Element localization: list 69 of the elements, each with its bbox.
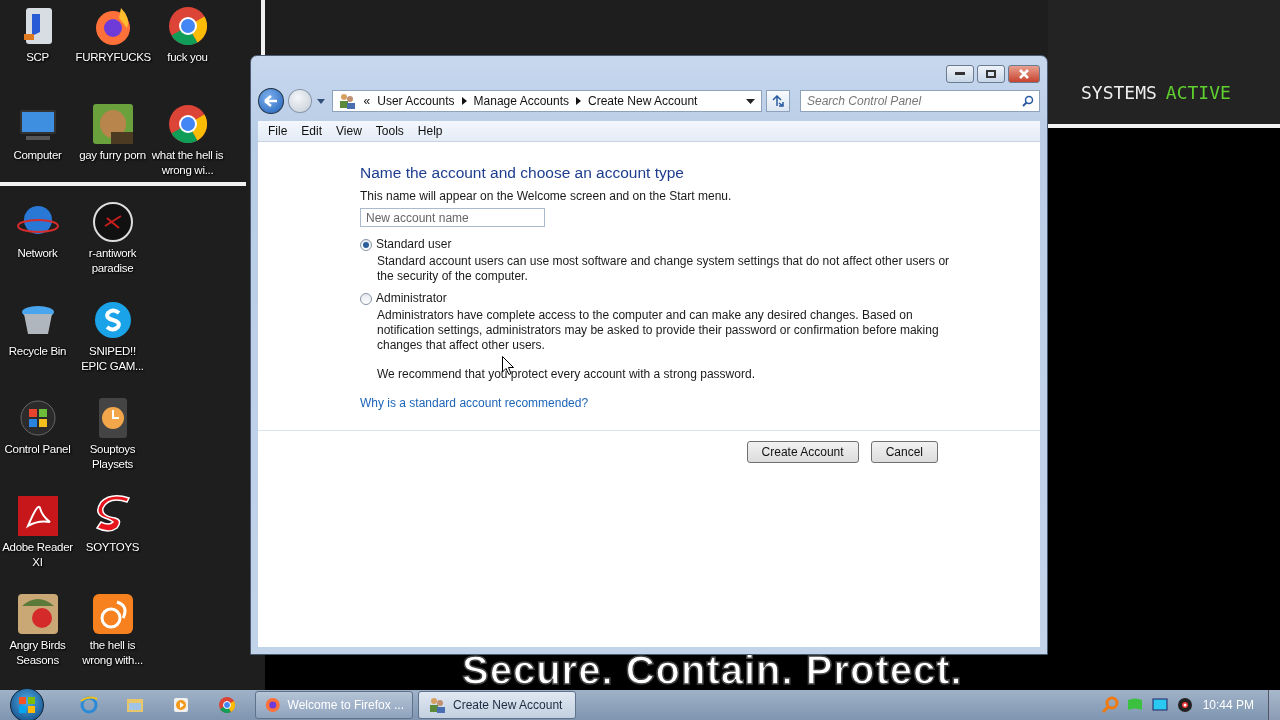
close-button[interactable] (1008, 65, 1040, 83)
desktop-icon-label[interactable]: Control Panel (4, 442, 71, 457)
separator-arrow-icon[interactable] (461, 97, 467, 105)
close-icon (1019, 69, 1029, 79)
desktop-icon-label[interactable]: SCP (26, 50, 49, 65)
menu-item[interactable]: Edit (294, 124, 330, 138)
minimize-button[interactable] (946, 65, 974, 83)
users-icon (427, 695, 447, 715)
desktop-icon-label[interactable]: FURRYFUCKS (75, 50, 150, 65)
desktop-icon-label[interactable]: Network (17, 246, 58, 261)
media-icon[interactable] (171, 695, 191, 715)
option-label[interactable]: Administrator (376, 291, 447, 306)
badge-icon (90, 200, 135, 244)
option-description: Administrators have complete access to the computer and can make any desired changes. Based on notification settings, administrators may be asked to provide their password or confirmation before making changes that affect other users. (377, 308, 940, 353)
radio-button[interactable] (360, 238, 372, 251)
maximize-button[interactable] (977, 65, 1005, 83)
desktop-icon-label[interactable]: SOYTOYS (85, 540, 140, 555)
desktop-icon-label[interactable]: r-antiwork paradise (75, 246, 150, 276)
breadcrumb[interactable]: User Accounts (377, 94, 455, 108)
back-button[interactable] (258, 88, 284, 114)
desktop-icon-label[interactable]: the hell is wrong with... (75, 638, 150, 668)
option-label[interactable]: Standard user (376, 237, 452, 252)
start-button[interactable] (10, 688, 44, 720)
recommendation-text: We recommend that you protect every account with a strong password. (377, 367, 756, 382)
desktop-icon-label[interactable]: SNIPED!! EPIC GAM... (75, 344, 150, 374)
help-link[interactable]: Why is a standard account recommended? (360, 396, 589, 410)
windows-logo-icon (18, 696, 36, 714)
separator-arrow-icon[interactable] (576, 97, 581, 105)
firefox-icon (264, 695, 282, 715)
option-description: Standard account users can use most software and change system settings that do not affect other users or the security of the computer. (377, 254, 950, 284)
history-dropdown[interactable] (315, 96, 326, 106)
search-field[interactable]: Search Control Panel (800, 90, 1040, 112)
show-desktop-button[interactable] (1268, 690, 1280, 720)
desktop-icon-label[interactable]: fuck you (167, 50, 208, 65)
breadcrumb[interactable]: Create New Account (588, 94, 698, 108)
desktop-icon-label[interactable]: Computer (13, 148, 62, 163)
create-account-button[interactable]: Create Account (746, 441, 859, 463)
overflow-chevron[interactable]: « (363, 94, 371, 108)
refresh-button[interactable] (766, 90, 790, 112)
radio-button[interactable] (360, 292, 372, 305)
search-icon[interactable] (1022, 95, 1034, 107)
desktop-icon-label[interactable]: Adobe Reader XI (0, 540, 75, 570)
desktop-icon-label[interactable]: what the hell is wrong wi... (150, 148, 225, 178)
description-text: This name will appear on the Welcome screen and on the Start menu. (360, 189, 733, 204)
wallpaper-text: SYSTEMS (1081, 82, 1157, 103)
address-bar[interactable]: « User Accounts Manage Accounts Create New Account (331, 90, 763, 112)
dropdown-arrow-icon[interactable] (746, 98, 756, 104)
wallpaper-motto: Secure. Contain. Protect. (462, 650, 963, 690)
chrome-icon[interactable] (217, 695, 237, 715)
breadcrumb[interactable]: Manage Accounts (473, 94, 569, 108)
maximize-icon (986, 70, 996, 78)
wallpaper-text: ACTIVE (1165, 82, 1231, 103)
menu-item[interactable]: View (329, 124, 369, 138)
pdf-icon (15, 494, 60, 538)
refresh-icon (771, 95, 786, 107)
minimize-icon (955, 72, 965, 76)
menu-item[interactable]: Tools (368, 124, 411, 138)
page-heading: Name the account and choose an account type (360, 164, 685, 182)
cancel-button[interactable]: Cancel (870, 441, 938, 463)
desktop-icon-label[interactable]: gay furry porn (79, 148, 146, 163)
taskbar-button[interactable]: Create New Account (418, 691, 576, 719)
menu-item[interactable]: File (261, 124, 295, 138)
back-arrow-icon (263, 95, 278, 107)
menu-item[interactable]: Help (410, 124, 450, 138)
desktop-icon-label[interactable]: Recycle Bin (8, 344, 67, 359)
desktop-icon-label[interactable]: Souptoys Playsets (75, 442, 150, 472)
desktop-icon-label[interactable]: Angry Birds Seasons (0, 638, 75, 668)
account-name-field[interactable]: New account name (360, 208, 545, 227)
photo-icon (90, 102, 135, 146)
